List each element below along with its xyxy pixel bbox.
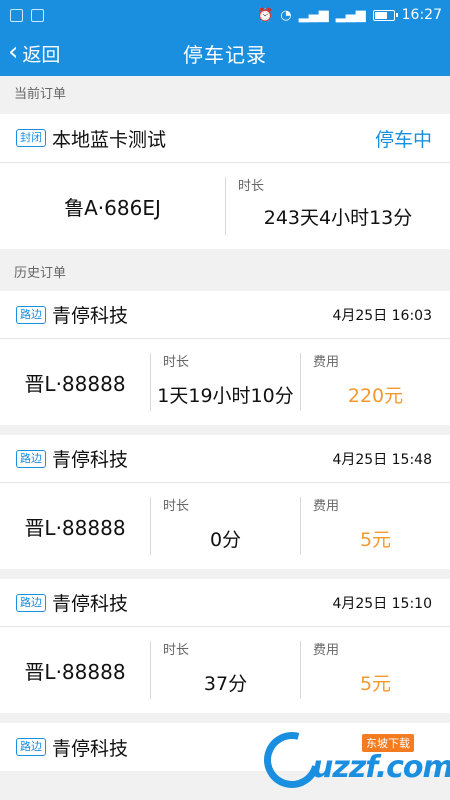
card-gap xyxy=(0,713,450,723)
fee-value: 5元 xyxy=(359,529,392,551)
app-notification-icon xyxy=(31,8,44,22)
parking-status: 停车中 xyxy=(374,128,432,151)
back-label: 返回 xyxy=(22,43,61,66)
order-time: 4月25日 15:10 xyxy=(332,595,432,612)
order-type-tag: 路边 xyxy=(16,738,46,756)
current-orders-label: 当前订单 xyxy=(0,76,450,114)
alarm-icon: ⏰ xyxy=(257,7,274,23)
chevron-left-icon: ‹ xyxy=(8,36,19,67)
page-title: 停车记录 xyxy=(183,42,267,67)
plate-number: 晋L·88888 xyxy=(24,659,126,684)
watermark-logo: uzzf.com 东坡下载 xyxy=(253,721,450,799)
duration-value: 37分 xyxy=(203,673,248,695)
plate-number: 晋L·88888 xyxy=(24,371,126,396)
history-orders-label: 历史订单 xyxy=(0,249,450,291)
parking-lot-name: 青停科技 xyxy=(52,449,129,471)
status-time: 16:27 xyxy=(401,7,442,23)
duration-label: 时长 xyxy=(238,179,265,194)
duration-value: 1天19小时10分 xyxy=(157,385,294,407)
signal-icon: ▂▄▆ xyxy=(298,7,329,23)
fee-label: 费用 xyxy=(313,499,340,514)
fee-label: 费用 xyxy=(313,643,340,658)
order-time: 4月25日 16:03 xyxy=(332,307,432,324)
history-order-card[interactable]: 路边 青停科技 4月25日 15:10 晋L·88888 时长 37分 费用 5… xyxy=(0,579,450,713)
order-type-tag: 路边 xyxy=(16,593,46,612)
card-gap xyxy=(0,425,450,435)
app-notification-icon xyxy=(10,8,23,22)
signal-icon: ▂▄▆ xyxy=(335,7,366,23)
duration-label: 时长 xyxy=(163,643,190,658)
wifi-icon: ◔ xyxy=(280,7,292,23)
history-order-card[interactable]: 路边 青停科技 4月25日 15:48 晋L·88888 时长 0分 费用 5元 xyxy=(0,435,450,569)
order-time: 4月25日 15:48 xyxy=(332,451,432,468)
battery-icon xyxy=(372,9,398,21)
duration-value: 0分 xyxy=(209,529,242,551)
plate-number: 晋L·88888 xyxy=(24,515,126,540)
parking-lot-name: 本地蓝卡测试 xyxy=(52,128,167,151)
back-button[interactable]: ‹ 返回 xyxy=(8,30,60,76)
fee-label: 费用 xyxy=(313,355,340,370)
duration-label: 时长 xyxy=(163,499,190,514)
fee-value: 220元 xyxy=(347,385,404,407)
duration-value: 243天4小时13分 xyxy=(263,207,413,229)
order-type-tag: 路边 xyxy=(16,449,46,468)
card-gap xyxy=(0,569,450,579)
parking-lot-name: 青停科技 xyxy=(52,593,129,615)
duration-label: 时长 xyxy=(163,355,190,370)
nav-bar: ‹ 返回 停车记录 xyxy=(0,30,450,76)
order-type-tag: 路边 xyxy=(16,305,46,324)
parking-lot-name: 青停科技 xyxy=(52,305,129,327)
status-bar: ⏰ ◔ ▂▄▆ ▂▄▆ 16:27 xyxy=(0,0,450,30)
fee-value: 5元 xyxy=(359,673,392,695)
history-order-card[interactable]: 路边 青停科技 4月25日 16:03 晋L·88888 时长 1天19小时10… xyxy=(0,291,450,425)
order-type-tag: 封闭 xyxy=(16,129,46,147)
plate-number: 鲁A·686EJ xyxy=(64,195,161,220)
current-order-card[interactable]: 封闭 本地蓝卡测试 停车中 鲁A·686EJ 时长 243天4小时13分 xyxy=(0,114,450,249)
